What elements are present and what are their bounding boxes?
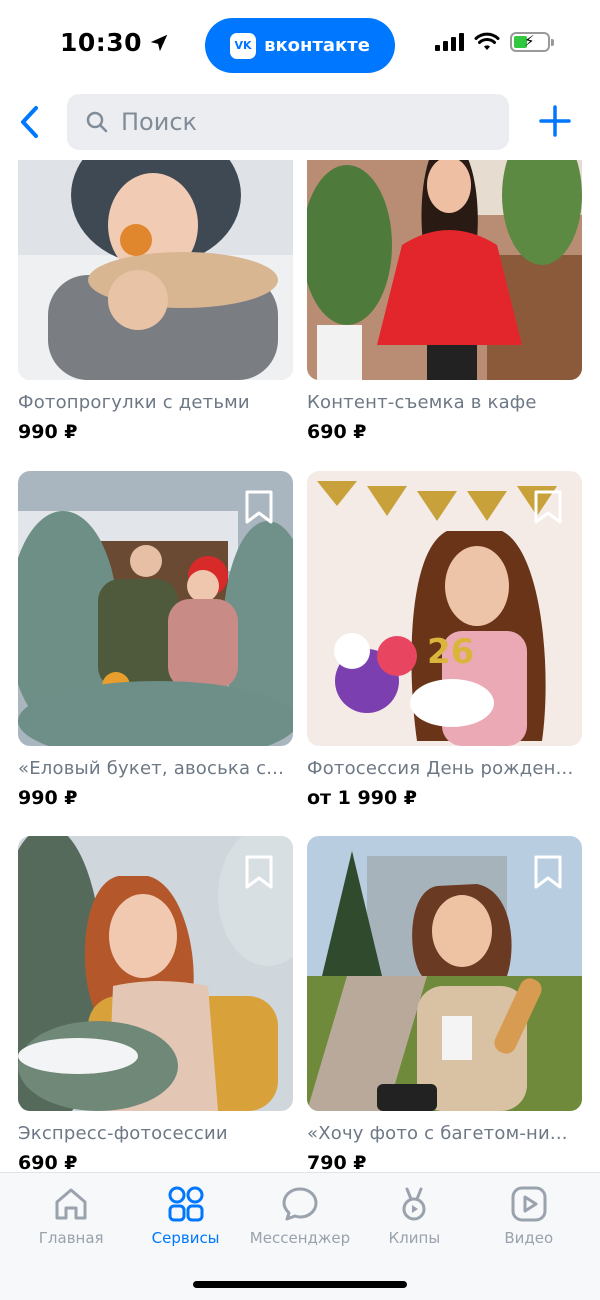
tab-label: Клипы (388, 1229, 441, 1247)
bookmark-icon[interactable] (532, 489, 564, 525)
home-icon (55, 1188, 87, 1220)
clips-icon (402, 1187, 426, 1221)
service-photo[interactable] (18, 836, 293, 1111)
service-card[interactable]: Контент-съемка в кафе 690 ₽ (307, 160, 582, 443)
home-indicator (193, 1281, 407, 1288)
svg-text:26: 26 (427, 632, 474, 672)
service-photo[interactable] (18, 471, 293, 746)
service-photo[interactable] (307, 160, 582, 380)
service-photo[interactable] (18, 160, 293, 380)
service-card[interactable]: Экспресс-фотосессии 690 ₽ (18, 836, 293, 1172)
service-price: 790 ₽ (307, 1152, 367, 1172)
bookmark-icon[interactable] (243, 489, 275, 525)
service-photo[interactable] (307, 836, 582, 1111)
tab-home[interactable]: Главная (16, 1185, 126, 1247)
tab-clips[interactable]: Клипы (359, 1185, 469, 1247)
service-title: Экспресс-фотосессии (18, 1123, 228, 1144)
top-nav: Поиск (0, 92, 600, 152)
service-card[interactable]: Фотопрогулки с детьми 990 ₽ (18, 160, 293, 443)
service-title: Контент-съемка в кафе (307, 392, 537, 413)
chevron-left-icon (21, 106, 38, 138)
service-price: 990 ₽ (18, 787, 78, 809)
bookmark-icon[interactable] (532, 854, 564, 890)
tab-label: Сервисы (151, 1229, 220, 1247)
search-icon (86, 111, 108, 133)
tab-label: Мессенджер (249, 1229, 351, 1247)
status-icons: ⚡ (435, 32, 554, 52)
service-title: «Хочу фото с багетом-ни... (307, 1123, 568, 1144)
service-title: «Еловый букет, авоська с... (18, 758, 285, 779)
vk-app-pill[interactable]: VK вконтакте (205, 18, 395, 73)
service-card[interactable]: «Еловый букет, авоська с... 990 ₽ (18, 471, 293, 809)
tab-video[interactable]: Видео (474, 1185, 584, 1247)
service-price: 690 ₽ (307, 421, 367, 443)
search-placeholder: Поиск (121, 108, 198, 136)
services-grid: Фотопрогулки с детьми 990 ₽ Контент-съем… (0, 160, 600, 1172)
status-bar: 10:30 VK вконтакте ⚡ (0, 0, 600, 90)
back-button[interactable] (14, 100, 44, 144)
search-input[interactable]: Поиск (67, 94, 509, 150)
status-time: 10:30 (60, 28, 170, 57)
vk-logo: VK (230, 32, 257, 59)
service-price: 690 ₽ (18, 1152, 78, 1172)
bottom-tab-bar: Главная Сервисы Мессенджер Клипы Видео (0, 1172, 600, 1300)
tab-messenger[interactable]: Мессенджер (245, 1185, 355, 1247)
service-photo[interactable]: 26 (307, 471, 582, 746)
tab-label: Видео (504, 1229, 554, 1247)
service-title: Фотосессия День рожден... (307, 758, 574, 779)
service-card[interactable]: «Хочу фото с багетом-ни... 790 ₽ (307, 836, 582, 1172)
time-label: 10:30 (60, 28, 143, 57)
location-arrow-icon (150, 34, 168, 51)
battery-icon: ⚡ (510, 32, 554, 52)
charging-bolt-icon: ⚡ (524, 32, 535, 50)
bookmark-icon[interactable] (243, 854, 275, 890)
service-card[interactable]: 26 Фотосессия День рожден... от 1 990 ₽ (307, 471, 582, 809)
add-button[interactable] (538, 104, 572, 138)
video-icon (511, 1186, 547, 1222)
wifi-icon (474, 32, 500, 50)
messenger-icon (282, 1187, 318, 1221)
tab-services[interactable]: Сервисы (131, 1185, 241, 1247)
tab-label: Главная (38, 1229, 104, 1247)
vk-app-label: вконтакте (264, 35, 370, 56)
services-icon (168, 1186, 204, 1222)
cellular-signal-icon (435, 33, 464, 51)
service-price: 990 ₽ (18, 421, 78, 443)
service-title: Фотопрогулки с детьми (18, 392, 250, 413)
service-price: от 1 990 ₽ (307, 787, 418, 809)
